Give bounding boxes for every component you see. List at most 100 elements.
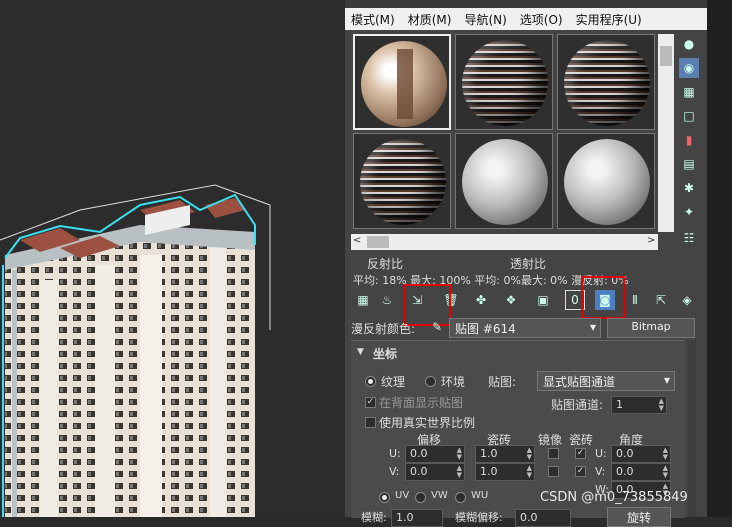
eyedropper-icon[interactable]: ✎ xyxy=(427,317,447,337)
menu-utilities[interactable]: 实用程序(U) xyxy=(570,11,649,28)
col-tile: 瓷砖 xyxy=(569,433,594,447)
mapping-label: 贴图: xyxy=(488,375,517,389)
scroll-left-icon[interactable]: < xyxy=(353,235,361,246)
vertical-scrollbar[interactable] xyxy=(658,34,674,232)
material-slot-2[interactable] xyxy=(455,34,553,130)
mapping-dropdown[interactable]: 显式贴图通道 ▾ xyxy=(537,371,675,391)
map-name-field[interactable]: 贴图 #614 ▾ xyxy=(449,318,601,338)
material-editor-window: 模式(M) 材质(M) 导航(N) 选项(O) 实用程序(U) < > ● ◉ … xyxy=(345,0,707,527)
u-angle-label: U: xyxy=(595,447,607,460)
go-forward-sibling-icon[interactable]: ◈ xyxy=(677,290,697,310)
reflect-label: 反射比 xyxy=(367,257,404,271)
make-preview-icon[interactable]: ▤ xyxy=(679,154,699,174)
rollout-title: 坐标 xyxy=(373,347,398,361)
u-angle-value: 0.0 xyxy=(616,447,634,460)
mapping-value: 显式贴图通道 xyxy=(543,375,616,389)
wu-radio[interactable] xyxy=(455,492,466,503)
u-tiling-value: 1.0 xyxy=(480,447,498,460)
material-slot-4[interactable] xyxy=(353,133,451,229)
building-render xyxy=(0,184,271,517)
options-icon[interactable]: ✱ xyxy=(679,178,699,198)
chevron-down-icon: ▾ xyxy=(663,373,670,387)
u-offset-field[interactable]: 0.0 ▲ ▼ xyxy=(405,445,465,463)
u-tiling-field[interactable]: 1.0 ▲ ▼ xyxy=(475,445,535,463)
v-angle-value: 0.0 xyxy=(616,465,634,478)
blur-offset-value: 0.0 xyxy=(520,511,538,524)
put-to-scene-icon[interactable]: ♨ xyxy=(377,290,397,310)
v-tile-checkbox[interactable]: ✓ xyxy=(575,466,586,477)
spinner-icon[interactable]: ▲ ▼ xyxy=(527,447,532,461)
material-navigator-icon[interactable]: ☷ xyxy=(679,228,699,248)
channel-field[interactable]: 1 ▲ ▼ xyxy=(611,396,667,414)
spinner-icon[interactable]: ▲ ▼ xyxy=(663,447,668,461)
blur-offset-label: 模糊偏移: xyxy=(455,511,503,524)
scroll-thumb[interactable] xyxy=(367,236,389,248)
environ-label: 环境 xyxy=(441,375,466,389)
spinner-icon[interactable]: ▲ ▼ xyxy=(659,398,664,412)
material-sphere xyxy=(564,40,650,126)
map-type-button[interactable]: Bitmap xyxy=(607,318,695,338)
menu-options[interactable]: 选项(O) xyxy=(514,11,570,28)
map-name: 贴图 #614 xyxy=(455,322,516,336)
u-angle-field[interactable]: 0.0 ▲ ▼ xyxy=(611,445,671,463)
show-end-result-icon[interactable]: Ⅱ xyxy=(625,290,645,310)
viewport[interactable] xyxy=(0,0,345,517)
material-slot-6[interactable] xyxy=(557,133,655,229)
backlight-icon[interactable]: ◉ xyxy=(679,58,699,78)
material-id-icon[interactable]: ▣ xyxy=(533,290,553,310)
spinner-icon[interactable]: ▲ ▼ xyxy=(663,465,668,479)
u-offset-value: 0.0 xyxy=(410,447,428,460)
material-slot-1[interactable] xyxy=(353,34,451,130)
title-bar xyxy=(345,0,707,8)
texture-radio[interactable] xyxy=(365,376,376,387)
go-to-parent-icon[interactable]: ⇱ xyxy=(651,290,671,310)
uv-label: UV xyxy=(395,490,410,501)
show-back-checkbox[interactable]: ✓ xyxy=(365,397,376,408)
material-sphere xyxy=(360,139,446,225)
spinner-icon[interactable]: ▲ ▼ xyxy=(527,465,532,479)
vw-radio[interactable] xyxy=(415,492,426,503)
uv-radio[interactable] xyxy=(379,492,390,503)
real-world-label: 使用真实世界比例 xyxy=(379,416,476,430)
video-color-check-icon[interactable]: ▮ xyxy=(679,130,699,150)
watermark: CSDN @m0_73855849 xyxy=(540,490,688,505)
make-unique-icon[interactable]: ✤ xyxy=(471,290,491,310)
real-world-checkbox[interactable] xyxy=(365,417,376,428)
select-by-material-icon[interactable]: ✦ xyxy=(679,202,699,222)
scroll-right-icon[interactable]: > xyxy=(647,235,655,246)
v-tiling-value: 1.0 xyxy=(480,465,498,478)
u-mirror-checkbox[interactable] xyxy=(548,448,559,459)
collapse-icon[interactable]: ▼ xyxy=(357,347,364,357)
menu-mode[interactable]: 模式(M) xyxy=(345,11,402,28)
scroll-thumb[interactable] xyxy=(660,46,672,66)
v-mirror-checkbox[interactable] xyxy=(548,466,559,477)
texture-label: 纹理 xyxy=(381,375,406,389)
spinner-icon[interactable]: ▲ ▼ xyxy=(457,447,462,461)
environ-radio[interactable] xyxy=(425,376,436,387)
blur-field[interactable]: 1.0 xyxy=(391,509,443,527)
v-angle-field[interactable]: 0.0 ▲ ▼ xyxy=(611,463,671,481)
blur-offset-field[interactable]: 0.0 xyxy=(515,509,571,527)
background-icon[interactable]: ▦ xyxy=(679,82,699,102)
side-strip xyxy=(707,0,732,517)
u-label: U: xyxy=(389,447,401,460)
menu-material[interactable]: 材质(M) xyxy=(402,11,459,28)
blur-value: 1.0 xyxy=(396,511,414,524)
material-slot-3[interactable] xyxy=(557,34,655,130)
panel-scrollbar[interactable] xyxy=(688,340,696,517)
menu-navigation[interactable]: 导航(N) xyxy=(458,11,513,28)
put-to-library-icon[interactable]: ❖ xyxy=(501,290,521,310)
get-material-icon[interactable]: ▦ xyxy=(353,290,373,310)
menu-bar: 模式(M) 材质(M) 导航(N) 选项(O) 实用程序(U) xyxy=(345,8,707,30)
horizontal-scrollbar[interactable]: < > xyxy=(351,234,658,250)
highlight-box-show-map xyxy=(581,276,625,319)
material-slot-5[interactable] xyxy=(455,133,553,229)
spinner-icon[interactable]: ▲ ▼ xyxy=(457,465,462,479)
material-sphere xyxy=(462,139,548,225)
v-tiling-field[interactable]: 1.0 ▲ ▼ xyxy=(475,463,535,481)
u-tile-checkbox[interactable]: ✓ xyxy=(575,448,586,459)
v-offset-field[interactable]: 0.0 ▲ ▼ xyxy=(405,463,465,481)
sample-type-icon[interactable]: ● xyxy=(679,34,699,54)
sample-uv-icon[interactable]: □ xyxy=(679,106,699,126)
rotate-button[interactable]: 旋转 xyxy=(607,507,671,527)
